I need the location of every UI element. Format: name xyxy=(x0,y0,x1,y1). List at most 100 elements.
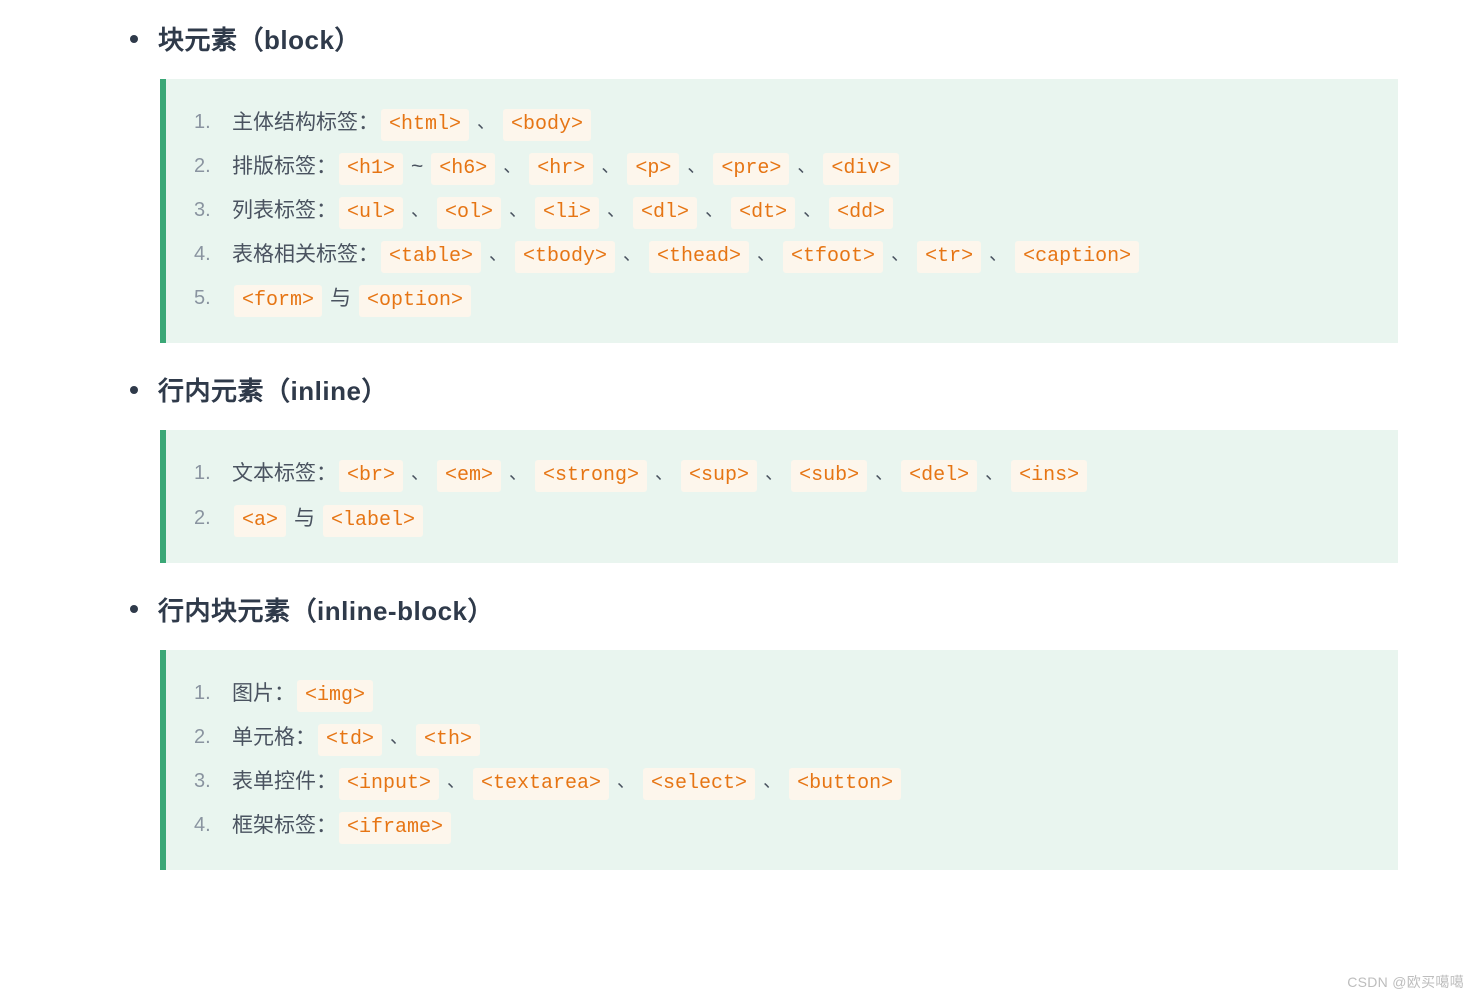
separator: 、 xyxy=(797,156,815,176)
separator: 、 xyxy=(765,463,783,483)
separator: 与 xyxy=(294,507,315,530)
section-title-cn: 块元素 xyxy=(158,25,238,55)
code-tag: <input> xyxy=(339,768,439,800)
list-item: 框架标签：<iframe> xyxy=(194,804,1368,848)
list-item: 文本标签：<br>、<em>、<strong>、<sup>、<sub>、<del… xyxy=(194,452,1368,496)
separator: 、 xyxy=(617,771,635,791)
code-tag: <h1> xyxy=(339,153,403,185)
code-tag: <img> xyxy=(297,680,373,712)
separator: 、 xyxy=(623,244,641,264)
code-tag: <label> xyxy=(323,505,423,537)
code-tag: <caption> xyxy=(1015,241,1139,273)
paren-close: ） xyxy=(468,596,495,626)
section-header: 块元素（block） xyxy=(130,20,1398,57)
code-tag: <body> xyxy=(503,109,591,141)
separator: 与 xyxy=(330,287,351,310)
item-label: 文本标签： xyxy=(232,462,337,485)
section: 行内元素（inline） 文本标签：<br> 、 <em> 、 <strong> 、 <sup… xyxy=(120,371,1398,562)
separator: 、 xyxy=(411,200,429,220)
separator: ~ xyxy=(411,155,423,178)
paren-close: ） xyxy=(361,376,388,406)
section-header: 行内块元素（inline-block） xyxy=(130,591,1398,628)
section-title: 块元素（block） xyxy=(158,20,361,57)
separator: 、 xyxy=(803,200,821,220)
paren-open: （ xyxy=(264,376,291,406)
paren-open: （ xyxy=(238,25,265,55)
separator: 、 xyxy=(757,244,775,264)
separator: 、 xyxy=(687,156,705,176)
separator: 、 xyxy=(763,771,781,791)
code-tag: <td> xyxy=(318,724,382,756)
section-title: 行内元素（inline） xyxy=(158,371,388,408)
bullet-icon xyxy=(130,605,138,613)
watermark: CSDN @欧买噶噶 xyxy=(1347,972,1464,992)
list-item: 表格相关标签：<table>、<tbody>、<thead>、<tfoot>、<… xyxy=(194,233,1368,277)
item-label: 主体结构标签： xyxy=(232,111,379,134)
item-label: 单元格： xyxy=(232,726,316,749)
separator: 、 xyxy=(509,200,527,220)
list-item: 单元格：<td>、<th> xyxy=(194,716,1368,760)
code-tag: <tfoot> xyxy=(783,241,883,273)
sections-list: 块元素（block）主体结构标签：<html>、<body>排版标签：<h1>~… xyxy=(120,20,1398,870)
code-tag: <table> xyxy=(381,241,481,273)
code-tag: <tbody> xyxy=(515,241,615,273)
list-item: 排版标签：<h1>~<h6>、<hr>、<p>、<pre>、<div> xyxy=(194,145,1368,189)
separator: 、 xyxy=(477,112,495,132)
item-label: 排版标签： xyxy=(232,155,337,178)
section-title-cn: 行内块元素 xyxy=(158,596,291,626)
section: 行内块元素（inline-block） 图片：<img>单元格：<td>、<th>… xyxy=(120,591,1398,870)
code-tag: <dd> xyxy=(829,197,893,229)
item-list: 文本标签：<br>、<em>、<strong>、<sup>、<sub>、<del… xyxy=(194,452,1368,540)
list-item: 列表标签：<ul>、<ol>、<li>、<dl>、<dt>、<dd> xyxy=(194,189,1368,233)
separator: 、 xyxy=(891,244,909,264)
code-tag: <br> xyxy=(339,460,403,492)
item-label: 框架标签： xyxy=(232,814,337,837)
section-header: 行内元素（inline） xyxy=(130,371,1398,408)
note-box: 文本标签：<br>、<em>、<strong>、<sup>、<sub>、<del… xyxy=(160,430,1398,562)
code-tag: <div> xyxy=(823,153,899,185)
code-tag: <dl> xyxy=(633,197,697,229)
item-list: 图片：<img>单元格：<td>、<th> 表单控件：<input> 、 <texta… xyxy=(194,672,1368,848)
separator: 、 xyxy=(655,463,673,483)
separator: 、 xyxy=(607,200,625,220)
list-item: <form>与<option> xyxy=(194,277,1368,321)
separator: 、 xyxy=(601,156,619,176)
code-tag: <form> xyxy=(234,285,322,317)
list-item: 主体结构标签：<html>、<body> xyxy=(194,101,1368,145)
paren-open: （ xyxy=(291,596,318,626)
code-tag: <iframe> xyxy=(339,812,451,844)
note-box: 图片：<img>单元格：<td>、<th> 表单控件：<input> 、 <texta… xyxy=(160,650,1398,870)
code-tag: <a> xyxy=(234,505,286,537)
code-tag: <del> xyxy=(901,460,977,492)
item-label: 表格相关标签： xyxy=(232,243,379,266)
code-tag: <sup> xyxy=(681,460,757,492)
separator: 、 xyxy=(447,771,465,791)
bullet-icon xyxy=(130,35,138,43)
separator: 、 xyxy=(985,463,1003,483)
section-title-cn: 行内元素 xyxy=(158,376,264,406)
list-item: 图片：<img> xyxy=(194,672,1368,716)
list-item: <a> 与 <label> xyxy=(194,497,1368,541)
bullet-icon xyxy=(130,386,138,394)
list-item: 表单控件：<input>、<textarea>、<select>、<button… xyxy=(194,760,1368,804)
section-title-en: block xyxy=(264,25,334,55)
code-tag: <ins> xyxy=(1011,460,1087,492)
section: 块元素（block）主体结构标签：<html>、<body>排版标签：<h1>~… xyxy=(120,20,1398,343)
separator: 、 xyxy=(989,244,1007,264)
code-tag: <li> xyxy=(535,197,599,229)
code-tag: <em> xyxy=(437,460,501,492)
code-tag: <strong> xyxy=(535,460,647,492)
code-tag: <button> xyxy=(789,768,901,800)
code-tag: <pre> xyxy=(713,153,789,185)
paren-close: ） xyxy=(334,25,361,55)
code-tag: <hr> xyxy=(529,153,593,185)
code-tag: <ol> xyxy=(437,197,501,229)
code-tag: <tr> xyxy=(917,241,981,273)
separator: 、 xyxy=(411,463,429,483)
item-label: 表单控件： xyxy=(232,770,337,793)
code-tag: <p> xyxy=(627,153,679,185)
section-title: 行内块元素（inline-block） xyxy=(158,591,494,628)
code-tag: <textarea> xyxy=(473,768,609,800)
code-tag: <ul> xyxy=(339,197,403,229)
code-tag: <sub> xyxy=(791,460,867,492)
